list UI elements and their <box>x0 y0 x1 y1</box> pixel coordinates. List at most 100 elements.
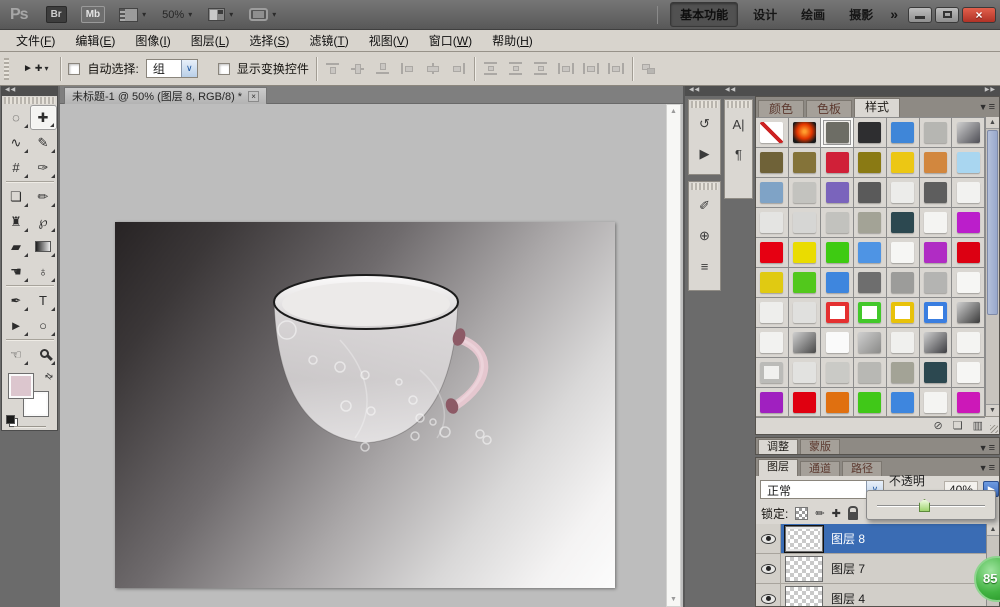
panel-menu-icon[interactable]: ▼ <box>979 442 995 454</box>
pen-tool[interactable]: ✒ <box>3 288 30 313</box>
clear-style-icon[interactable]: ⊘ <box>934 419 943 432</box>
style-swatch-5-0[interactable] <box>756 268 789 298</box>
style-swatch-8-1[interactable] <box>789 358 822 388</box>
style-swatch-0-0[interactable] <box>756 118 789 148</box>
minimize-button[interactable] <box>908 7 932 23</box>
style-swatch-0-2[interactable] <box>821 118 854 148</box>
menu-e[interactable]: 编辑(E) <box>65 30 125 51</box>
mini-bridge-button[interactable]: Mb <box>81 6 105 23</box>
layer-visibility-toggle[interactable] <box>756 554 781 583</box>
lock-pixels-icon[interactable]: ✏ <box>815 507 824 520</box>
restore-button[interactable] <box>935 7 959 23</box>
layer-name[interactable]: 图层 4 <box>831 590 865 606</box>
type-tool[interactable]: T <box>30 288 57 313</box>
collapse-icon[interactable]: ◀◀ <box>689 86 700 95</box>
style-swatch-4-2[interactable] <box>821 238 854 268</box>
canvas[interactable] <box>115 222 615 588</box>
expand-icon[interactable]: ▶▶ <box>985 86 996 95</box>
style-swatch-0-4[interactable] <box>887 118 920 148</box>
dodge-tool[interactable]: ♁ <box>30 259 57 284</box>
style-swatch-7-0[interactable] <box>756 328 789 358</box>
panel-menu-icon[interactable]: ▼ <box>979 462 995 474</box>
style-swatch-5-5[interactable] <box>920 268 953 298</box>
style-swatch-9-2[interactable] <box>821 388 854 418</box>
style-swatch-4-3[interactable] <box>854 238 887 268</box>
style-swatch-2-1[interactable] <box>789 178 822 208</box>
vertical-scrollbar[interactable]: ▲ ▼ <box>666 104 681 607</box>
style-swatch-2-0[interactable] <box>756 178 789 208</box>
new-style-icon[interactable]: ❏ <box>953 419 963 432</box>
style-swatch-1-6[interactable] <box>952 148 985 178</box>
tools-grip[interactable] <box>4 97 55 104</box>
style-swatch-6-1[interactable] <box>789 298 822 328</box>
crop-tool[interactable]: # <box>3 155 30 180</box>
elliptical-marquee-tool[interactable]: ◌ <box>3 105 30 130</box>
style-swatch-8-2[interactable] <box>821 358 854 388</box>
style-swatch-1-0[interactable] <box>756 148 789 178</box>
swap-colors-icon[interactable]: ⇄ <box>42 370 55 383</box>
style-swatch-5-4[interactable] <box>887 268 920 298</box>
layer-visibility-toggle[interactable] <box>756 584 781 606</box>
layer-row[interactable]: 图层 7 <box>756 554 999 584</box>
hand-tool[interactable]: ☜ <box>3 342 30 367</box>
panel-drag-handle[interactable] <box>14 426 46 428</box>
layer-name[interactable]: 图层 8 <box>831 530 865 547</box>
style-swatch-4-4[interactable] <box>887 238 920 268</box>
style-swatch-6-6[interactable] <box>952 298 985 328</box>
scroll-up-icon[interactable]: ▲ <box>987 524 999 536</box>
lasso-tool[interactable]: ∿ <box>3 130 30 155</box>
scroll-down-icon[interactable]: ▼ <box>667 593 680 606</box>
tab-color[interactable]: 颜色 <box>758 100 804 117</box>
zoom-tool[interactable] <box>30 342 57 367</box>
style-swatch-8-3[interactable] <box>854 358 887 388</box>
style-swatch-2-2[interactable] <box>821 178 854 208</box>
character-panel-icon[interactable]: A| <box>725 109 752 139</box>
layer-row[interactable]: 图层 8 <box>756 524 999 554</box>
style-swatch-4-5[interactable] <box>920 238 953 268</box>
eyedropper-tool[interactable]: ✑ <box>30 155 57 180</box>
style-swatch-3-0[interactable] <box>756 208 789 238</box>
history-panel-icon[interactable]: ↺ <box>689 109 720 139</box>
style-swatch-3-6[interactable] <box>952 208 985 238</box>
layer-name[interactable]: 图层 7 <box>831 560 865 577</box>
tab-masks[interactable]: 蒙版 <box>800 439 840 454</box>
opacity-slider-track[interactable] <box>877 505 985 507</box>
panel-menu-icon[interactable]: ▼ <box>979 101 995 113</box>
style-swatch-6-5[interactable] <box>920 298 953 328</box>
style-swatch-3-4[interactable] <box>887 208 920 238</box>
style-swatch-6-0[interactable] <box>756 298 789 328</box>
style-swatch-9-5[interactable] <box>920 388 953 418</box>
style-swatch-2-5[interactable] <box>920 178 953 208</box>
style-swatch-0-6[interactable] <box>952 118 985 148</box>
style-swatch-5-2[interactable] <box>821 268 854 298</box>
styles-scrollbar[interactable]: ▲ ▼ <box>985 117 999 416</box>
scroll-up-icon[interactable]: ▲ <box>986 117 999 129</box>
arrange-documents-button[interactable]: ▾ <box>119 8 146 22</box>
workspace-basic-button[interactable]: 基本功能 <box>670 2 738 27</box>
opacity-slider-thumb[interactable] <box>919 499 930 512</box>
menu-i[interactable]: 图像(I) <box>125 30 180 51</box>
tab-styles[interactable]: 样式 <box>854 98 900 117</box>
close-button[interactable]: × <box>962 7 996 23</box>
style-swatch-1-4[interactable] <box>887 148 920 178</box>
style-swatch-6-2[interactable] <box>821 298 854 328</box>
menu-l[interactable]: 图层(L) <box>181 30 240 51</box>
scroll-up-icon[interactable]: ▲ <box>667 105 680 118</box>
workspace-design-button[interactable]: 设计 <box>744 3 786 26</box>
history-brush-tool[interactable]: ℘ <box>30 209 57 234</box>
lock-position-icon[interactable]: ✚ <box>832 507 841 520</box>
style-swatch-6-3[interactable] <box>854 298 887 328</box>
scrollbar-thumb[interactable] <box>987 130 998 315</box>
style-swatch-7-5[interactable] <box>920 328 953 358</box>
tab-channels[interactable]: 通道 <box>800 461 840 476</box>
style-swatch-8-0[interactable] <box>756 358 789 388</box>
layer-thumbnail[interactable] <box>785 526 823 552</box>
resize-grip[interactable] <box>990 425 998 433</box>
clone-stamp-tool[interactable]: ♜ <box>3 209 30 234</box>
style-swatch-1-2[interactable] <box>821 148 854 178</box>
menu-t[interactable]: 滤镜(T) <box>299 30 358 51</box>
layer-thumbnail[interactable] <box>785 556 823 582</box>
tab-layers[interactable]: 图层 <box>758 459 798 476</box>
style-swatch-5-1[interactable] <box>789 268 822 298</box>
scroll-down-icon[interactable]: ▼ <box>986 404 999 416</box>
